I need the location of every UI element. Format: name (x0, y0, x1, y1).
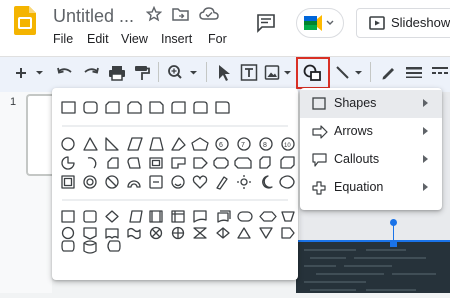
pen-icon[interactable] (380, 63, 396, 88)
submenu-item-shapes[interactable]: Shapes (300, 90, 442, 118)
submenu-item-arrows[interactable]: Arrows (300, 118, 442, 146)
submenu-item-callouts[interactable]: Callouts (300, 146, 442, 174)
text-box-icon[interactable] (240, 63, 258, 88)
star-icon[interactable] (145, 5, 164, 24)
toolbar-divider (158, 62, 159, 82)
menu-view[interactable]: View (121, 32, 148, 46)
svg-text:10: 10 (284, 143, 291, 149)
redo-icon[interactable] (82, 63, 100, 88)
caret-right-icon (423, 127, 428, 135)
menu-edit[interactable]: Edit (87, 32, 109, 46)
slideshow-label: Slideshow (391, 15, 450, 30)
move-to-folder-icon[interactable] (172, 6, 190, 24)
toolbar-divider (206, 62, 207, 82)
rectangle-icon (312, 97, 326, 116)
shapes-panel: 6 7 8 10 (52, 88, 298, 280)
caret-right-icon (423, 155, 428, 163)
plus-icon (312, 181, 326, 200)
slide-thumbnail[interactable] (26, 94, 52, 176)
toolbar-divider (370, 62, 371, 82)
menu-format[interactable]: For (208, 32, 227, 46)
svg-text:6: 6 (219, 142, 223, 149)
menu-file[interactable]: File (53, 32, 73, 46)
submenu-item-label: Equation (334, 180, 384, 194)
undo-icon[interactable] (56, 63, 74, 88)
rotate-handle[interactable] (390, 219, 397, 226)
slideshow-button[interactable]: Slideshow (356, 8, 450, 38)
cloud-saved-icon[interactable] (199, 6, 219, 24)
line-icon[interactable] (334, 63, 366, 88)
comments-icon[interactable] (256, 13, 278, 33)
slides-logo-icon[interactable] (14, 6, 36, 35)
svg-text:8: 8 (263, 142, 267, 149)
document-title[interactable]: Untitled ... (53, 6, 134, 27)
print-icon[interactable] (108, 63, 126, 88)
line-dash-icon[interactable] (430, 63, 450, 88)
select-cursor-icon[interactable] (216, 63, 232, 88)
submenu-item-label: Callouts (334, 152, 380, 166)
caret-right-icon (423, 99, 428, 107)
slide-number: 1 (10, 96, 17, 108)
resize-handle[interactable] (390, 240, 397, 247)
caret-right-icon (423, 183, 428, 191)
svg-text:7: 7 (241, 142, 245, 149)
submenu-item-equation[interactable]: Equation (300, 174, 442, 202)
callout-icon (312, 153, 328, 172)
menu-insert[interactable]: Insert (161, 32, 192, 46)
image-icon[interactable] (264, 63, 294, 88)
shape-category-menu: Shapes Arrows Callouts Equation (300, 88, 442, 210)
submenu-item-label: Shapes (334, 96, 377, 110)
arrow-icon (312, 125, 328, 144)
paint-format-icon[interactable] (134, 63, 150, 88)
submenu-item-label: Arrows (334, 124, 373, 138)
meet-button[interactable] (296, 8, 344, 38)
new-slide-icon[interactable] (12, 63, 46, 88)
slide-image[interactable] (296, 240, 450, 293)
shape-tool-icon[interactable] (302, 63, 324, 88)
line-weight-icon[interactable] (404, 63, 424, 88)
shape-row-rectangles (61, 101, 230, 114)
zoom-icon[interactable] (166, 63, 200, 88)
